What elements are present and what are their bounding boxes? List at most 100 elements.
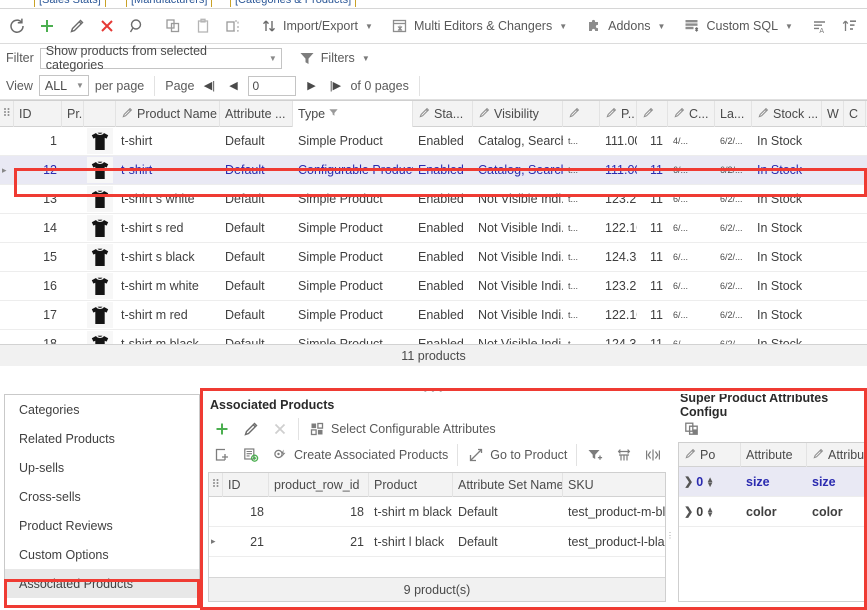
associated-products-grid-column-header[interactable]: Attribute Set Name <box>453 473 563 497</box>
last-page-button[interactable]: |▶ <box>326 79 344 92</box>
tab-fragment-sales-stats[interactable]: [Sales Stats] <box>34 0 106 7</box>
filter-category-select[interactable]: Show products from selected categories ▼ <box>39 44 282 72</box>
super-product-attributes-grid[interactable]: Po Attribute Attribut ❯ 0 ▲ ▼ size size ❯ 0 ▲ ▼ colo… <box>678 442 867 602</box>
products-grid-column-header[interactable]: Attribute ... <box>220 101 293 127</box>
expand-row-icon[interactable]: ❯ <box>684 505 693 518</box>
sidebar-item-product-reviews[interactable]: Product Reviews <box>5 511 199 540</box>
associated-products-grid-body[interactable]: 18 18 t-shirt m black Default test_product-m… <box>209 497 665 557</box>
cell-position[interactable]: ❯ 0 ▲ ▼ <box>679 467 741 497</box>
search-button[interactable] <box>122 12 152 41</box>
table-row[interactable]: 18 18 t-shirt m black Default test_product-m… <box>209 497 665 527</box>
tab-fragment-manufacturers[interactable]: [Manufacturers] <box>126 0 213 7</box>
position-stepper[interactable]: ▲ ▼ <box>706 505 714 518</box>
table-row[interactable]: 17 t-shirt m red Default Simple Product Enab… <box>0 301 867 330</box>
first-page-button[interactable]: ◀| <box>200 79 218 92</box>
products-grid-column-header[interactable] <box>637 101 668 127</box>
cell-attribute-set: Default <box>225 221 265 235</box>
associated-products-grid-column-header[interactable]: Product <box>369 473 453 497</box>
import-export-button[interactable]: Import/Export ▼ <box>254 12 379 41</box>
sidebar-item-associated-products[interactable]: Associated Products <box>5 569 199 598</box>
pencil-icon-assoc <box>242 420 260 438</box>
sidebar-item-custom-options[interactable]: Custom Options <box>5 540 199 569</box>
page-number-input[interactable]: 0 <box>248 75 297 96</box>
products-grid-column-header[interactable]: La... <box>715 101 752 127</box>
custom-sql-button[interactable]: Custom SQL ▼ <box>677 12 798 41</box>
new-record-button[interactable] <box>208 443 236 467</box>
spa-grid-column-header[interactable]: Attribut <box>807 443 866 467</box>
products-grid-column-header[interactable]: Stock ... <box>752 101 822 127</box>
product-sections-nav[interactable]: Categories Related Products Up-sells Cross-… <box>4 394 200 606</box>
products-grid-column-header[interactable]: Product Name <box>116 101 220 127</box>
products-grid-column-header[interactable]: Pr... <box>62 101 84 127</box>
products-grid[interactable]: ID Pr... Product Name Attribute ... Type Sta.… <box>0 100 867 366</box>
assoc-column-chooser[interactable] <box>209 473 223 497</box>
table-row[interactable]: 13 t-shirt s white Default Simple Product En… <box>0 185 867 214</box>
duplicate-button[interactable] <box>218 12 248 41</box>
table-row[interactable]: 15 t-shirt s black Default Simple Product En… <box>0 243 867 272</box>
cell-position[interactable]: ❯ 0 ▲ ▼ <box>679 497 741 527</box>
products-grid-column-header[interactable]: C <box>844 101 866 127</box>
associated-products-grid[interactable]: ID product_row_id Product Attribute Set Nam… <box>208 472 666 602</box>
associated-products-grid-column-header[interactable]: SKU <box>563 473 665 497</box>
delete-button[interactable] <box>92 12 122 41</box>
sidebar-item-cross-sells[interactable]: Cross-sells <box>5 482 199 511</box>
go-to-product-button[interactable]: Go to Product <box>462 443 572 467</box>
products-grid-column-header[interactable]: C... <box>668 101 715 127</box>
spa-grid-column-header[interactable]: Attribute <box>741 443 807 467</box>
table-row[interactable]: 1 t-shirt Default Simple Product Enabled Cata… <box>0 127 867 156</box>
table-row[interactable]: ❯ 0 ▲ ▼ color color <box>679 497 866 527</box>
table-row[interactable]: 16 t-shirt m white Default Simple Product En… <box>0 272 867 301</box>
copy-button[interactable] <box>158 12 188 41</box>
products-grid-body[interactable]: 1 t-shirt Default Simple Product Enabled Cata… <box>0 127 867 359</box>
products-grid-column-header[interactable] <box>563 101 600 127</box>
position-stepper[interactable]: ▲ ▼ <box>706 475 714 488</box>
products-grid-column-header[interactable]: ID <box>14 101 62 127</box>
grid-vertical-grip[interactable]: ⋮ <box>666 480 674 590</box>
add-button[interactable] <box>32 12 62 41</box>
sidebar-item-categories[interactable]: Categories <box>5 395 199 424</box>
paste-button[interactable] <box>188 12 218 41</box>
products-grid-column-header[interactable]: P.. <box>600 101 637 127</box>
associated-products-grid-column-header[interactable]: product_row_id <box>269 473 369 497</box>
previous-page-button[interactable]: ◀ <box>224 79 242 92</box>
table-row[interactable]: ▸ 12 t-shirt Default Configurable Product Ena… <box>0 156 867 185</box>
edit-button[interactable] <box>62 12 92 41</box>
sort-ascending-button[interactable] <box>835 12 865 41</box>
multi-editors-button[interactable]: Multi Editors & Changers ▼ <box>385 12 573 41</box>
products-grid-column-header[interactable]: Sta... <box>413 101 473 127</box>
new-list-record-button[interactable] <box>237 443 265 467</box>
add-filter-button[interactable] <box>581 443 609 467</box>
grid-column-chooser[interactable] <box>0 101 14 127</box>
spa-grid-body[interactable]: ❯ 0 ▲ ▼ size size ❯ 0 ▲ ▼ color color <box>679 467 866 527</box>
assoc-edit-button[interactable] <box>237 417 265 441</box>
refresh-button[interactable] <box>2 12 32 41</box>
table-row[interactable]: 14 t-shirt s red Default Simple Product Enab… <box>0 214 867 243</box>
fit-columns-button[interactable] <box>639 443 667 467</box>
assoc-add-button[interactable] <box>208 417 236 441</box>
per-page-select[interactable]: ALL ▼ <box>38 75 89 96</box>
group-columns-button[interactable] <box>610 443 638 467</box>
sort-alpha-button[interactable]: A <box>805 12 835 41</box>
tab-fragment-categories-products[interactable]: [Categories & Products] <box>230 0 357 7</box>
spa-copy-settings-button[interactable] <box>678 417 706 441</box>
cell-updated: 6/2/... <box>720 281 743 291</box>
next-page-button[interactable]: ▶ <box>302 79 320 92</box>
spa-grid-column-header[interactable]: Po <box>679 443 741 467</box>
cell-price: 122.10 <box>605 221 637 235</box>
select-configurable-attributes-button[interactable]: Select Configurable Attributes <box>303 417 501 441</box>
expand-row-icon[interactable]: ❯ <box>684 475 693 488</box>
table-row[interactable]: ▸ 21 21 t-shirt l black Default test_product-… <box>209 527 665 557</box>
addons-button[interactable]: Addons ▼ <box>579 12 671 41</box>
create-associated-products-button[interactable]: Create Associated Products <box>266 443 453 467</box>
products-grid-column-header[interactable]: Visibility <box>473 101 563 127</box>
products-grid-column-header[interactable]: Type <box>293 101 413 127</box>
table-row[interactable]: ❯ 0 ▲ ▼ size size <box>679 467 866 497</box>
sidebar-item-related-products[interactable]: Related Products <box>5 424 199 453</box>
filter-funnel-icon[interactable] <box>328 107 339 121</box>
products-grid-column-header[interactable]: W <box>822 101 844 127</box>
associated-products-grid-column-header[interactable]: ID <box>223 473 269 497</box>
assoc-delete-button[interactable] <box>266 417 294 441</box>
products-grid-column-header[interactable] <box>84 101 116 127</box>
filters-button[interactable]: Filters ▼ <box>298 49 370 67</box>
sidebar-item-up-sells[interactable]: Up-sells <box>5 453 199 482</box>
